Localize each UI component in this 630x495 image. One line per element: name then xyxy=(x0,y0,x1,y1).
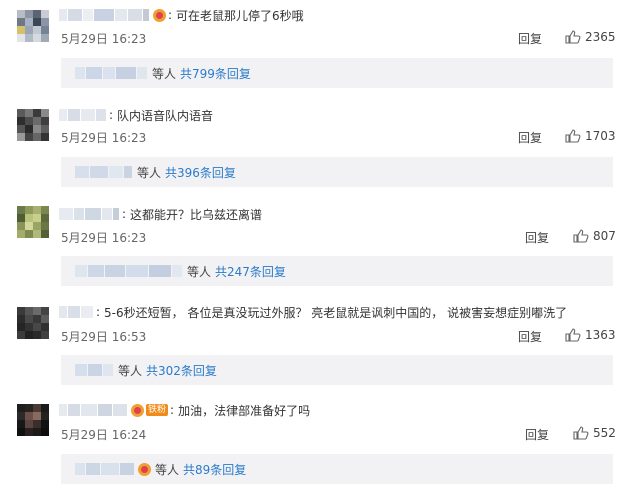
colon: : xyxy=(96,305,101,319)
reply-usernames xyxy=(75,165,133,179)
vip-badge-icon xyxy=(138,462,151,476)
reply-usernames xyxy=(75,363,114,377)
avatar[interactable] xyxy=(17,109,49,141)
like-count: 807 xyxy=(593,229,616,243)
comment-text: 这都能开？比乌兹还离谱 xyxy=(130,207,263,222)
like-count: 1363 xyxy=(585,328,616,342)
comment-time: 5月29日 16:24 xyxy=(61,428,147,442)
like-count: 1703 xyxy=(585,129,616,143)
like-button[interactable]: 552 xyxy=(573,426,616,440)
comment-line: : 队内语音队内语音 xyxy=(59,106,213,124)
reply-count-link[interactable]: 共799条回复 xyxy=(180,65,251,82)
reply-button[interactable]: 回复 xyxy=(518,328,542,345)
colon: : xyxy=(170,403,175,417)
reply-usernames xyxy=(75,66,148,80)
reply-button[interactable]: 回复 xyxy=(525,426,549,443)
reply-count-link[interactable]: 共396条回复 xyxy=(165,164,236,181)
like-button[interactable]: 807 xyxy=(573,229,616,243)
comment-line: : 5-6秒还短暂， 各位是真没玩过外服？ 亮老鼠就是讽刺中国的， 说被害妄想症… xyxy=(59,303,567,321)
like-button[interactable]: 1363 xyxy=(565,328,616,342)
username[interactable] xyxy=(59,403,128,417)
comment-item: : 5-6秒还短暂， 各位是真没玩过外服？ 亮老鼠就是讽刺中国的， 说被害妄想症… xyxy=(0,297,630,396)
reply-count-link[interactable]: 共247条回复 xyxy=(215,263,286,280)
others-label: 等人 xyxy=(137,165,162,180)
reply-summary: 等人 共799条回复 xyxy=(61,58,613,88)
like-count: 2365 xyxy=(585,30,616,44)
others-label: 等人 xyxy=(187,264,212,279)
vip-badge-icon xyxy=(131,403,144,417)
comment-line: : 可在老鼠那儿停了6秒哦 xyxy=(59,6,304,24)
comment-time: 5月29日 16:53 xyxy=(61,330,147,344)
others-label: 等人 xyxy=(155,462,180,477)
avatar[interactable] xyxy=(17,10,49,42)
username[interactable] xyxy=(59,108,107,122)
username[interactable] xyxy=(59,207,120,221)
reply-count-link[interactable]: 共302条回复 xyxy=(146,362,217,379)
comment-text: 加油，法律部准备好了吗 xyxy=(178,403,311,418)
fan-badge: 铁粉 xyxy=(146,404,169,416)
reply-count-link[interactable]: 共89条回复 xyxy=(183,461,246,478)
others-label: 等人 xyxy=(118,363,143,378)
avatar[interactable] xyxy=(17,404,49,436)
reply-usernames xyxy=(75,462,135,476)
comment-text: 5-6秒还短暂， 各位是真没玩过外服？ 亮老鼠就是讽刺中国的， 说被害妄想症别嘟… xyxy=(104,305,568,320)
reply-summary: 等人 共89条回复 xyxy=(61,454,613,484)
comment-item: : 队内语音队内语音 5月29日 16:23 回复 1703 等人 共396条回… xyxy=(0,99,630,198)
avatar[interactable] xyxy=(17,206,49,238)
thumbs-up-icon xyxy=(565,328,581,342)
reply-button[interactable]: 回复 xyxy=(518,30,542,47)
reply-button[interactable]: 回复 xyxy=(525,229,549,246)
thumbs-up-icon xyxy=(565,129,581,143)
comment-item: : 可在老鼠那儿停了6秒哦 5月29日 16:23 回复 2365 等人 共79… xyxy=(0,0,630,99)
comment-item: : 这都能开？比乌兹还离谱 5月29日 16:23 回复 807 等人 共247… xyxy=(0,198,630,297)
comment-text: 可在老鼠那儿停了6秒哦 xyxy=(176,8,304,23)
avatar[interactable] xyxy=(17,307,49,339)
comment-text: 队内语音队内语音 xyxy=(117,108,214,123)
others-label: 等人 xyxy=(152,66,177,81)
comment-time: 5月29日 16:23 xyxy=(61,231,147,245)
username[interactable] xyxy=(59,305,94,319)
thumbs-up-icon xyxy=(565,30,581,44)
reply-summary: 等人 共247条回复 xyxy=(61,256,613,286)
reply-summary: 等人 共302条回复 xyxy=(61,355,613,385)
like-count: 552 xyxy=(593,426,616,440)
comment-time: 5月29日 16:23 xyxy=(61,32,147,46)
thumbs-up-icon xyxy=(573,426,589,440)
colon: : xyxy=(168,8,173,22)
comment-line: : 这都能开？比乌兹还离谱 xyxy=(59,205,262,223)
like-button[interactable]: 2365 xyxy=(565,30,616,44)
comment-item: 铁粉 : 加油，法律部准备好了吗 5月29日 16:24 回复 552 等人 共… xyxy=(0,396,630,495)
thumbs-up-icon xyxy=(573,229,589,243)
colon: : xyxy=(122,207,127,221)
comment-time: 5月29日 16:23 xyxy=(61,131,147,145)
reply-usernames xyxy=(75,264,183,278)
username[interactable] xyxy=(59,8,150,22)
colon: : xyxy=(109,108,114,122)
comment-line: 铁粉 : 加油，法律部准备好了吗 xyxy=(59,401,310,419)
vip-badge-icon xyxy=(153,8,166,22)
like-button[interactable]: 1703 xyxy=(565,129,616,143)
reply-summary: 等人 共396条回复 xyxy=(61,157,613,187)
reply-button[interactable]: 回复 xyxy=(518,129,542,146)
